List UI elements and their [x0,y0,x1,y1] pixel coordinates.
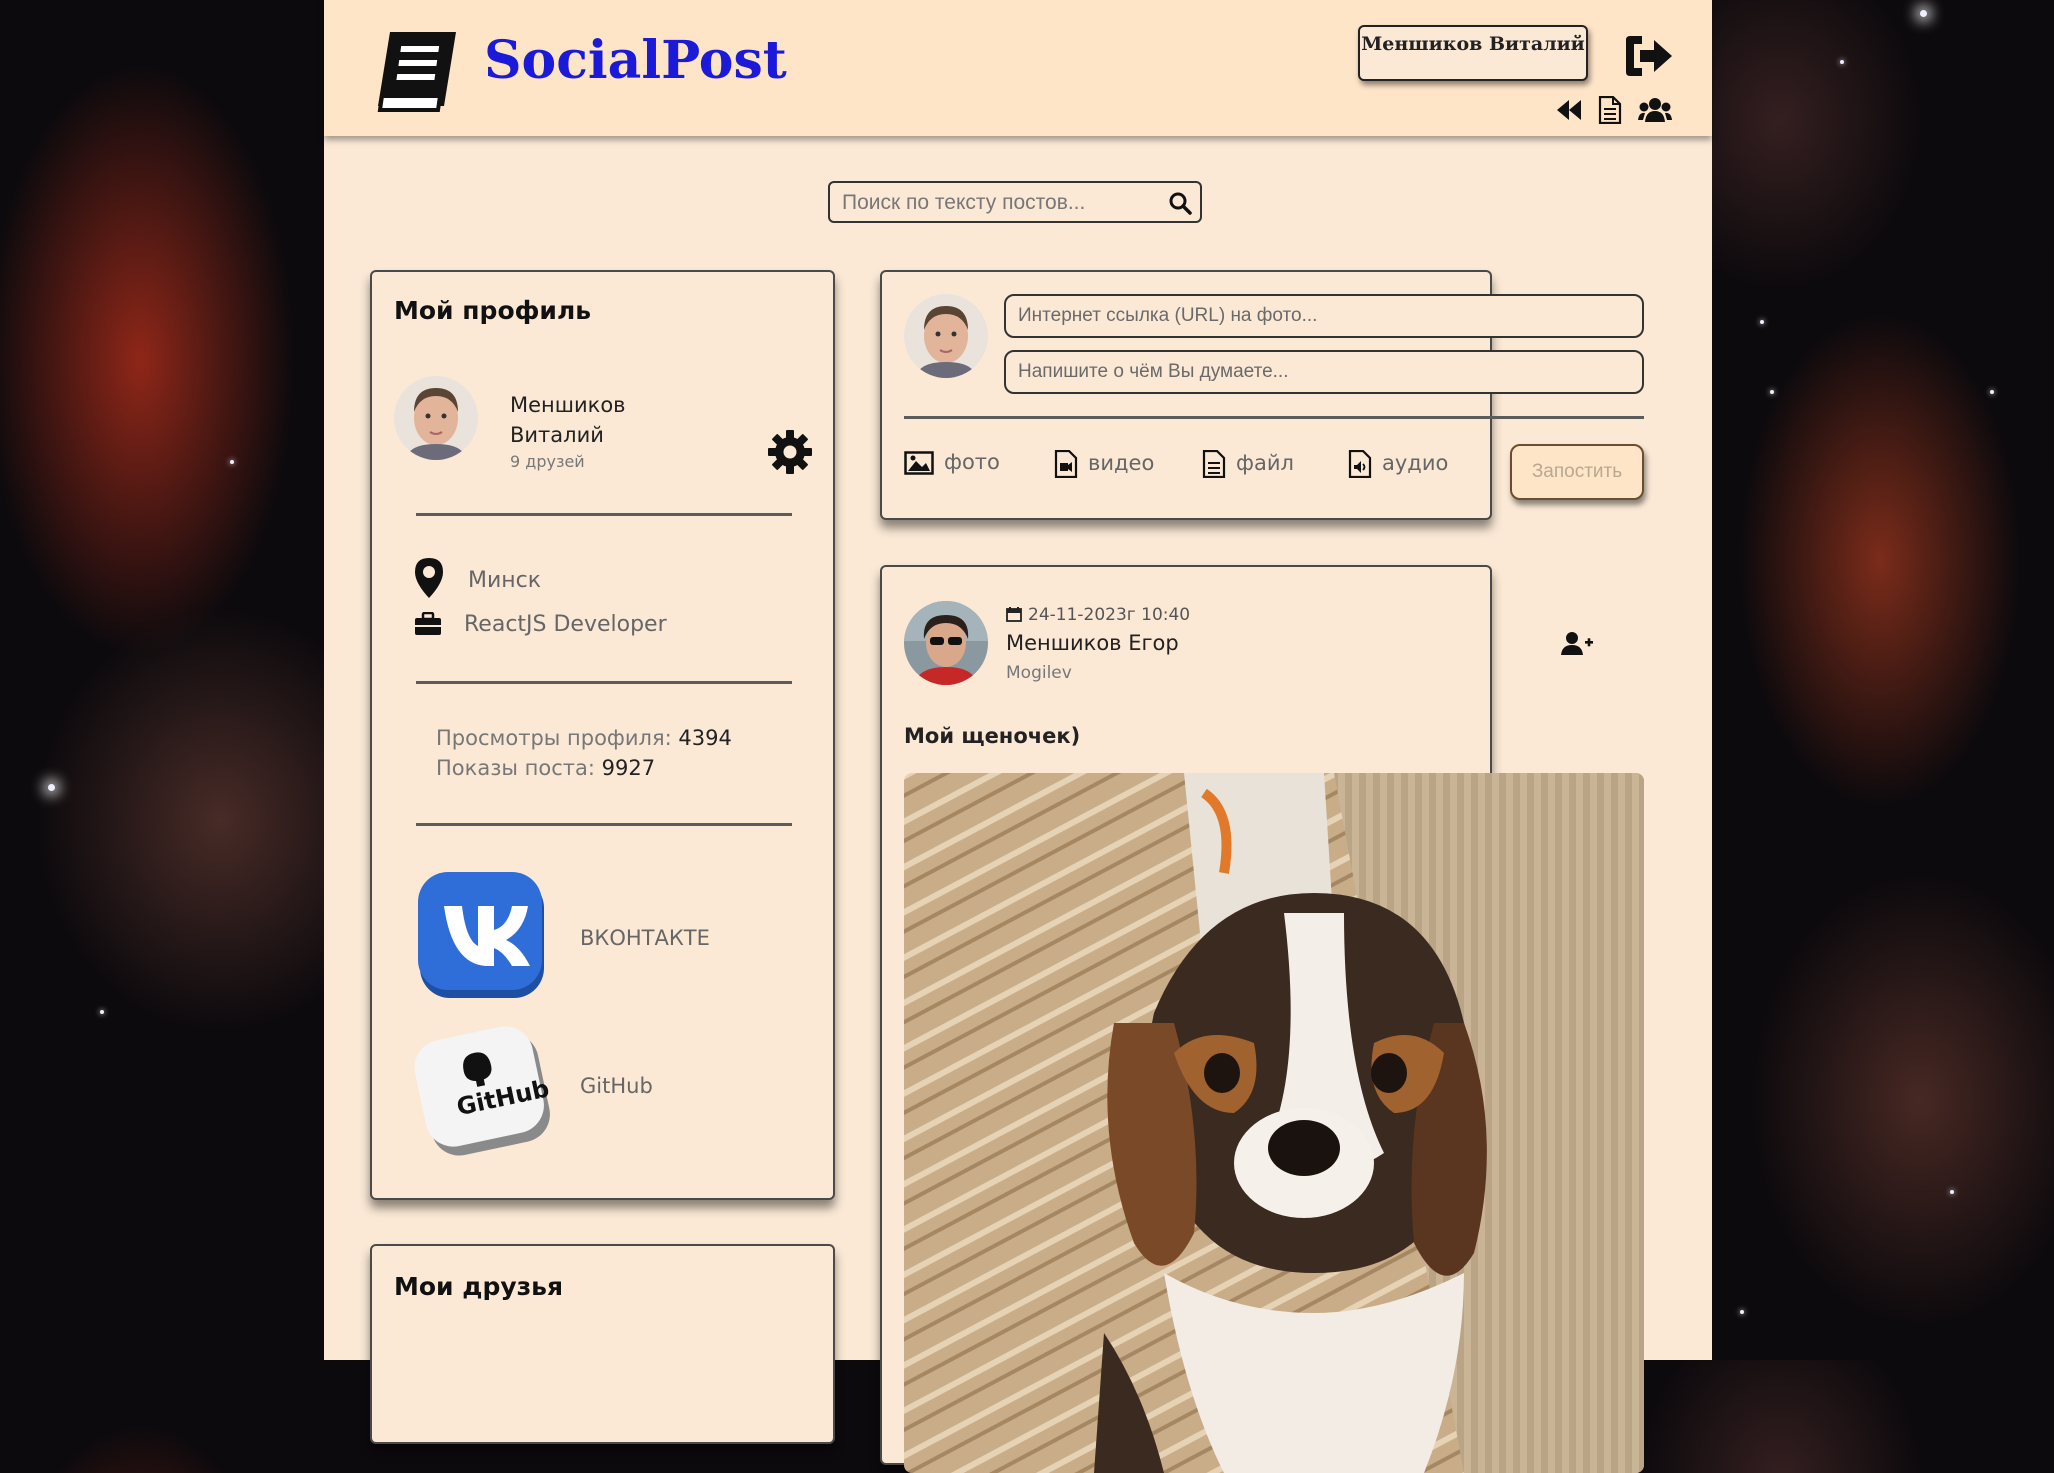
star [1840,60,1844,64]
video-file-icon [1054,449,1078,479]
search-icon[interactable] [1168,191,1192,215]
star [1950,1190,1954,1194]
github-icon[interactable]: GitHub [414,1022,550,1158]
logout-icon[interactable] [1622,34,1674,78]
star [230,460,234,464]
star [1920,10,1927,17]
divider [904,416,1644,419]
post-impressions-value: 9927 [601,756,656,780]
header: SocialPost Меншиков Виталий [324,0,1712,136]
location-pin-icon [415,558,443,598]
attach-audio-button[interactable]: аудио [1348,449,1449,479]
avatar[interactable] [904,294,988,378]
post-card: 24-11-2023г 10:40 Меншиков Егор Mogilev … [880,565,1644,1473]
friends-title: Мои друзья [394,1272,564,1301]
profile-card: Мой профиль Меншиков Виталий 9 друзей Ми… [370,270,835,1200]
profile-city: Минск [468,568,542,593]
star [48,784,55,791]
post-text: Мой щеночек) [904,724,1081,748]
attach-video-label: видео [1088,451,1155,475]
profile-job: ReactJS Developer [464,612,667,637]
post-text-input[interactable] [1004,350,1644,394]
users-icon[interactable] [1638,96,1672,124]
gear-icon[interactable] [766,428,814,476]
divider [416,823,792,826]
user-name-button[interactable]: Меншиков Виталий [1358,25,1588,81]
post-date-text: 24-11-2023г 10:40 [1028,605,1191,625]
image-icon [904,451,934,475]
photo-url-input[interactable] [1004,294,1644,338]
star [100,1010,104,1014]
attach-photo-label: фото [944,450,1000,474]
book-icon[interactable] [370,26,466,116]
author-avatar[interactable] [904,601,988,685]
post-author[interactable]: Меншиков Егор [1006,631,1179,655]
post-composer: фото видео файл аудио Запостить [880,270,1644,520]
star [1760,320,1764,324]
profile-views-value: 4394 [678,726,732,750]
audio-file-icon [1348,449,1372,479]
profile-views-stat: Просмотры профиля: 4394 [436,726,732,750]
divider [416,513,792,516]
attach-video-button[interactable]: видео [1054,449,1155,479]
search-input[interactable] [830,183,1164,223]
avatar[interactable] [394,376,478,460]
profile-name: Меншиков Виталий [510,393,626,447]
vk-label[interactable]: ВКОНТАКТЕ [580,926,710,950]
github-label[interactable]: GitHub [580,1074,653,1098]
file-icon [1202,449,1226,479]
beagle-puppy-photo [904,773,1644,1473]
post-date: 24-11-2023г 10:40 [1006,605,1190,625]
attach-photo-button[interactable]: фото [904,450,1000,475]
star [1770,390,1774,394]
calendar-icon [1006,607,1022,622]
post-impressions-stat: Показы поста: 9927 [436,756,655,780]
friends-card: Мои друзья [370,1244,835,1444]
divider [416,681,792,684]
rewind-icon[interactable] [1556,96,1582,124]
document-icon[interactable] [1598,96,1622,124]
friends-count[interactable]: 9 друзей [510,452,585,471]
vk-icon[interactable] [414,868,550,1004]
profile-views-label: Просмотры профиля: [436,726,672,750]
briefcase-icon [415,612,441,635]
attach-file-label: файл [1236,451,1294,475]
app-container: SocialPost Меншиков Виталий Поиск по тек… [324,0,1712,1473]
profile-title: Мой профиль [394,296,592,325]
attach-file-button[interactable]: файл [1202,449,1294,479]
add-friend-icon[interactable] [1560,631,1594,657]
attach-audio-label: аудио [1382,451,1449,475]
search-bar [828,181,1202,223]
star [1990,390,1994,394]
post-author-city: Mogilev [1006,663,1072,683]
post-image[interactable] [904,773,1644,1473]
submit-post-button[interactable]: Запостить [1510,444,1644,500]
star [1740,1310,1744,1314]
post-impressions-label: Показы поста: [436,756,595,780]
app-title[interactable]: SocialPost [484,30,787,91]
